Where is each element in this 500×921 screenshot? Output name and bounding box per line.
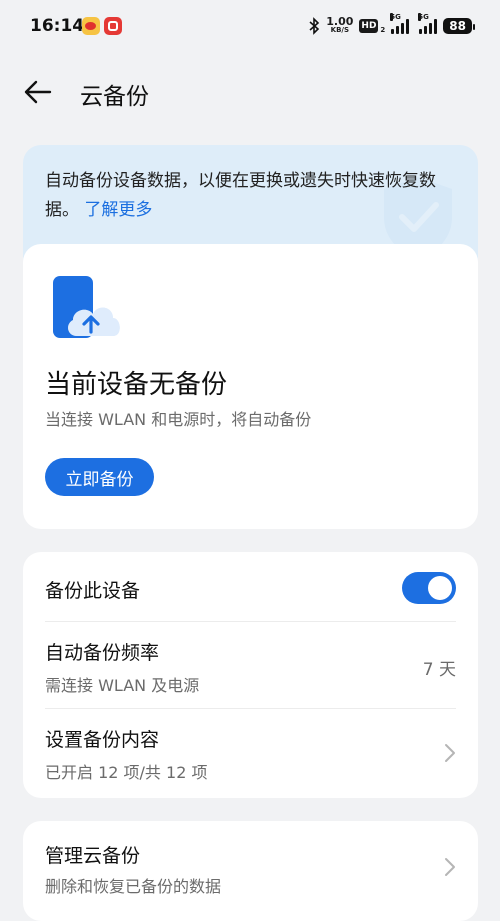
backup-content-label: 设置备份内容 [45,729,160,751]
hd-voice-badge: HD [359,19,379,33]
speed-unit: KB/S [330,26,350,34]
backup-settings-card: 备份此设备 自动备份频率 需连接 WLAN 及电源 7 天 设置备份内容 已开启… [23,552,478,798]
bluetooth-icon [309,17,320,35]
battery-icon: 88 [443,18,475,34]
backup-frequency-sub: 需连接 WLAN 及电源 [45,676,200,695]
backup-now-button[interactable]: 立即备份 [45,458,154,496]
network-type-label-2: 5G [418,13,429,21]
manage-cloud-backup-row[interactable]: 管理云备份 删除和恢复已备份的数据 [23,821,478,921]
status-indicators: 1.00 KB/S HD 2 5G 5G 88 [308,13,475,38]
backup-content-row[interactable]: 设置备份内容 已开启 12 项/共 12 项 [23,709,478,797]
network-type-label: 5G [390,13,401,21]
toggle-knob [428,576,452,600]
weibo-icon [82,17,100,35]
learn-more-link[interactable]: 了解更多 [84,200,152,220]
chevron-right-icon [445,858,455,876]
chevron-right-icon [445,744,455,762]
backup-frequency-value: 7 天 [422,660,456,680]
signal-icon-sim1: 5G [390,13,410,34]
backup-device-label: 备份此设备 [45,580,141,602]
signal-icon-sim2: 5G [418,13,438,34]
backup-frequency-row[interactable]: 自动备份频率 需连接 WLAN 及电源 7 天 [23,622,478,708]
phone-cloud-upload-icon [53,276,120,338]
page-title: 云备份 [80,84,149,110]
backup-status-title: 当前设备无备份 [45,370,228,400]
back-arrow-icon[interactable] [22,76,54,108]
backup-status-card: 当前设备无备份 当连接 WLAN 和电源时，将自动备份 立即备份 [23,244,478,529]
status-bar: 16:14 1.00 KB/S HD 2 5G 5G 88 [0,0,500,52]
hd-sim-number: 2 [380,26,386,34]
speed-value: 1.00 [326,15,354,28]
backup-status-subtitle: 当连接 WLAN 和电源时，将自动备份 [45,410,312,429]
app-notification-icon [104,17,122,35]
backup-frequency-label: 自动备份频率 [45,642,160,664]
backup-content-sub: 已开启 12 项/共 12 项 [45,763,208,782]
manage-cloud-backup-sub: 删除和恢复已备份的数据 [45,877,222,896]
info-text: 自动备份设备数据，以便在更换或遗失时快速恢复数据。 了解更多 [45,167,450,225]
network-speed: 1.00 KB/S [326,15,354,35]
status-time: 16:14 [30,16,85,36]
manage-cloud-backup-label: 管理云备份 [45,845,141,867]
backup-device-toggle[interactable] [402,572,456,604]
